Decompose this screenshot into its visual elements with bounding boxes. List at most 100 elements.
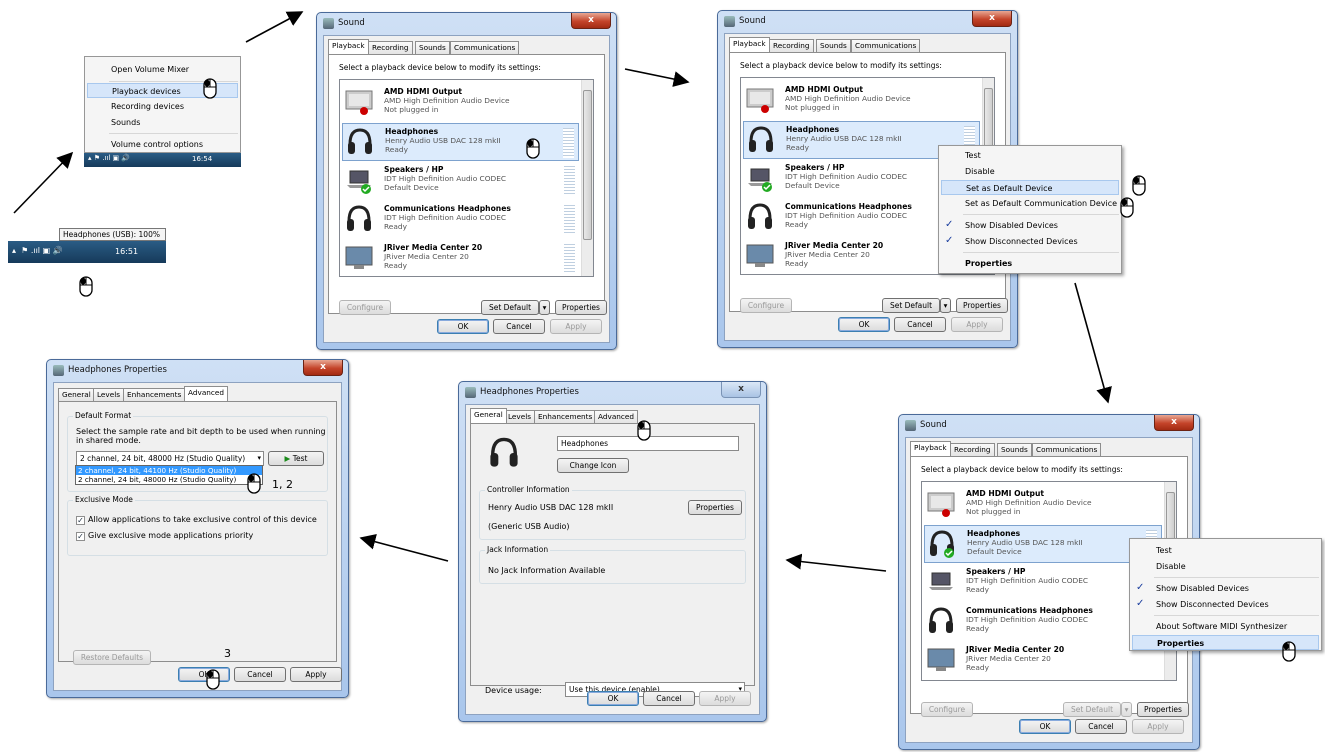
- ok-button[interactable]: OK: [178, 667, 230, 682]
- apply-button[interactable]: Apply: [699, 691, 751, 706]
- ok-button[interactable]: OK: [838, 317, 890, 332]
- ok-button[interactable]: OK: [437, 319, 489, 334]
- headphones-default-icon: [930, 530, 954, 558]
- tab-general[interactable]: General: [58, 388, 95, 401]
- set-default-dropdown[interactable]: ▾: [1121, 702, 1132, 717]
- device-row[interactable]: AMD HDMI Output AMD High Definition Audio…: [743, 82, 980, 120]
- device-row[interactable]: Speakers / HP IDT High Definition Audio C…: [342, 162, 579, 200]
- menu-show-disconnected[interactable]: Show Disconnected Devices: [941, 234, 1119, 249]
- format-option-48000[interactable]: 2 channel, 24 bit, 48000 Hz (Studio Qual…: [76, 475, 262, 484]
- ok-button[interactable]: OK: [1019, 719, 1071, 734]
- tab-communications[interactable]: Communications: [450, 41, 520, 54]
- tab-communications[interactable]: Communications: [851, 39, 921, 52]
- menu-properties[interactable]: Properties: [941, 256, 1119, 271]
- device-row[interactable]: JRiver Media Center 20 JRiver Media Cente…: [342, 240, 579, 276]
- change-icon-button[interactable]: Change Icon: [557, 458, 629, 473]
- device-list[interactable]: AMD HDMI Output AMD High Definition Audio…: [339, 79, 594, 277]
- close-button[interactable]: x: [303, 360, 343, 376]
- menu-open-volume-mixer[interactable]: Open Volume Mixer: [87, 62, 238, 77]
- speaker-icon: [724, 16, 735, 27]
- tab-sounds[interactable]: Sounds: [816, 39, 851, 52]
- menu-about-midi[interactable]: About Software MIDI Synthesizer: [1132, 619, 1319, 634]
- monitor-icon: [927, 492, 955, 517]
- tab-advanced[interactable]: Advanced: [594, 410, 639, 423]
- tab-recording[interactable]: Recording: [950, 443, 995, 456]
- ok-button[interactable]: OK: [587, 691, 639, 706]
- device-row[interactable]: Speakers / HP IDT High Definition Audio C…: [924, 564, 1162, 602]
- properties-button[interactable]: Properties: [1137, 702, 1189, 717]
- tab-sounds[interactable]: Sounds: [415, 41, 450, 54]
- menu-show-disabled[interactable]: Show Disabled Devices: [1132, 581, 1319, 596]
- tab-recording[interactable]: Recording: [769, 39, 814, 52]
- tab-levels[interactable]: Levels: [504, 410, 536, 423]
- cancel-button[interactable]: Cancel: [234, 667, 286, 682]
- device-row[interactable]: Communications Headphones IDT High Defini…: [342, 201, 579, 239]
- device-row[interactable]: AMD HDMI Output AMD High Definition Audio…: [924, 486, 1162, 524]
- device-row[interactable]: AMD HDMI Output AMD High Definition Audio…: [342, 84, 579, 122]
- menu-disable[interactable]: Disable: [941, 164, 1119, 179]
- properties-button[interactable]: Properties: [956, 298, 1008, 313]
- device-row-selected[interactable]: Headphones Henry Audio USB DAC 128 mkII Re…: [342, 123, 579, 161]
- set-default-button[interactable]: Set Default: [1063, 702, 1121, 717]
- exclusive-control-checkbox[interactable]: ✓ Allow applications to take exclusive co…: [76, 515, 317, 525]
- clock[interactable]: 16:51: [115, 247, 138, 256]
- mouse-icon: [526, 138, 540, 159]
- cancel-button[interactable]: Cancel: [1075, 719, 1127, 734]
- format-option-44100[interactable]: 2 channel, 24 bit, 44100 Hz (Studio Qual…: [76, 466, 262, 475]
- set-default-button[interactable]: Set Default: [882, 298, 940, 313]
- set-default-button[interactable]: Set Default: [481, 300, 539, 315]
- close-button[interactable]: x: [721, 382, 761, 398]
- apply-button[interactable]: Apply: [290, 667, 342, 682]
- tab-enhancements[interactable]: Enhancements: [534, 410, 597, 423]
- configure-button[interactable]: Configure: [921, 702, 973, 717]
- close-button[interactable]: x: [1154, 415, 1194, 431]
- test-button[interactable]: ▶ Test: [268, 451, 324, 466]
- configure-button[interactable]: Configure: [740, 298, 792, 313]
- menu-show-disabled[interactable]: Show Disabled Devices: [941, 218, 1119, 233]
- restore-defaults-button[interactable]: Restore Defaults: [73, 650, 151, 665]
- menu-test[interactable]: Test: [1132, 543, 1319, 558]
- tab-playback[interactable]: Playback: [729, 37, 770, 52]
- tab-advanced[interactable]: Advanced: [184, 386, 229, 401]
- tab-recording[interactable]: Recording: [368, 41, 413, 54]
- device-row[interactable]: JRiver Media Center 20 JRiver Media Cente…: [924, 642, 1162, 680]
- menu-test[interactable]: Test: [941, 148, 1119, 163]
- set-default-dropdown[interactable]: ▾: [940, 298, 951, 313]
- properties-button[interactable]: Properties: [555, 300, 607, 315]
- format-dropdown-list[interactable]: 2 channel, 24 bit, 44100 Hz (Studio Qual…: [75, 465, 263, 485]
- close-button[interactable]: x: [972, 11, 1012, 27]
- tab-enhancements[interactable]: Enhancements: [123, 388, 186, 401]
- set-default-dropdown[interactable]: ▾: [539, 300, 550, 315]
- device-row[interactable]: Communications Headphones IDT High Defini…: [924, 603, 1162, 641]
- close-button[interactable]: x: [571, 13, 611, 29]
- format-select[interactable]: 2 channel, 24 bit, 48000 Hz (Studio Qual…: [76, 451, 264, 466]
- cancel-button[interactable]: Cancel: [643, 691, 695, 706]
- mouse-icon: [1120, 197, 1134, 218]
- menu-volume-control-options[interactable]: Volume control options: [87, 137, 238, 152]
- mouse-icon: [79, 276, 93, 297]
- apply-button[interactable]: Apply: [550, 319, 602, 334]
- tray-icons[interactable]: ▴ ⚑ .ııl ▣ 🔊: [12, 246, 63, 255]
- menu-set-default-comm-device[interactable]: Set as Default Communication Device: [941, 196, 1119, 211]
- cancel-button[interactable]: Cancel: [894, 317, 946, 332]
- tab-communications[interactable]: Communications: [1032, 443, 1102, 456]
- tab-sounds[interactable]: Sounds: [997, 443, 1032, 456]
- mouse-icon: [247, 473, 261, 494]
- tab-playback[interactable]: Playback: [328, 39, 369, 54]
- tab-playback[interactable]: Playback: [910, 441, 951, 456]
- menu-disable[interactable]: Disable: [1132, 559, 1319, 574]
- tab-general[interactable]: General: [470, 408, 507, 423]
- tab-levels[interactable]: Levels: [93, 388, 125, 401]
- exclusive-priority-checkbox[interactable]: ✓ Give exclusive mode applications priori…: [76, 531, 253, 541]
- apply-button[interactable]: Apply: [1132, 719, 1184, 734]
- menu-recording-devices[interactable]: Recording devices: [87, 99, 238, 114]
- menu-sounds[interactable]: Sounds: [87, 115, 238, 130]
- controller-properties-button[interactable]: Properties: [688, 500, 742, 515]
- apply-button[interactable]: Apply: [951, 317, 1003, 332]
- cancel-button[interactable]: Cancel: [493, 319, 545, 334]
- menu-set-default-device[interactable]: Set as Default Device: [941, 180, 1119, 195]
- configure-button[interactable]: Configure: [339, 300, 391, 315]
- device-row-selected[interactable]: Headphones Henry Audio USB DAC 128 mkII De…: [924, 525, 1162, 563]
- menu-show-disconnected[interactable]: Show Disconnected Devices: [1132, 597, 1319, 612]
- monitor-icon: [746, 244, 774, 267]
